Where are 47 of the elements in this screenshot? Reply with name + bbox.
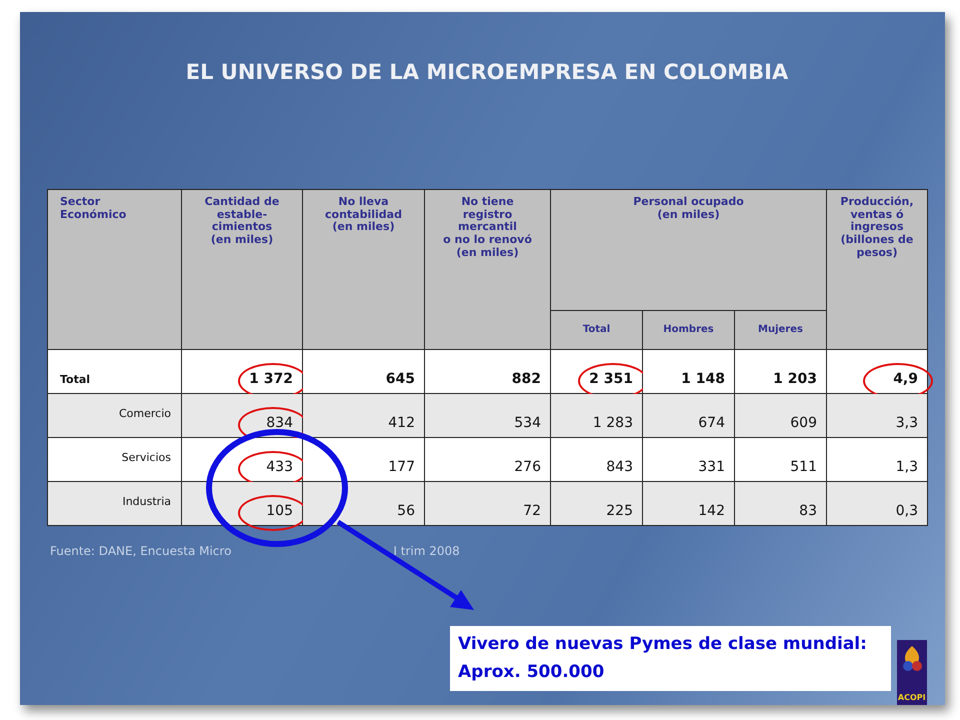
table-cell: 1 372: [249, 371, 293, 387]
table-cell: 105: [266, 503, 293, 519]
table-cell: 834: [266, 415, 293, 431]
table-cell: 1,3: [896, 459, 918, 475]
table-cell: 142: [698, 503, 725, 519]
column-header: No lleva contabilidad (en miles): [302, 190, 424, 350]
table-cell: 843: [606, 459, 633, 475]
table-cell: 882: [512, 371, 541, 387]
callout-text: Vivero de nuevas Pymes de clase mundial:: [458, 633, 868, 656]
column-header: Producción, ventas ó ingresos (billones de pesos): [826, 190, 928, 350]
column-header: Cantidad de estable- cimientos (en miles): [182, 190, 302, 350]
logo: ACOPI: [896, 640, 927, 705]
source-note: I trim 2008: [393, 544, 460, 558]
table-cell: 83: [799, 503, 817, 519]
column-header: Sector Económico: [48, 190, 182, 350]
table-cell: 4,9: [893, 371, 918, 387]
callout-text: Aprox. 500.000: [458, 661, 606, 684]
table-cell: 177: [388, 459, 415, 475]
table-cell: 1 283: [592, 415, 633, 431]
table-cell: 674: [698, 415, 725, 431]
table-cell: 412: [388, 415, 415, 431]
table-cell: 331: [698, 459, 725, 475]
row-label: Industria: [122, 495, 171, 508]
table-cell: 56: [397, 503, 415, 519]
table-cell: 2 351: [589, 371, 633, 387]
table-cell: 0,3: [896, 503, 918, 519]
row-label: Comercio: [118, 407, 171, 420]
row-label: Total: [60, 373, 90, 386]
table-cell: 534: [514, 415, 541, 431]
table-cell: 1 203: [773, 371, 817, 387]
table-cell: 276: [514, 459, 541, 475]
row-label: Servicios: [122, 451, 171, 464]
table-cell: 225: [606, 503, 633, 519]
table-cell: 645: [386, 371, 415, 387]
source-note: Fuente: DANE, Encuesta Micro: [50, 544, 232, 558]
column-header: No tiene registro mercantil o no lo renovó (en miles): [424, 190, 550, 350]
subcolumn-header: Hombres: [642, 310, 734, 350]
table-cell: 72: [523, 503, 541, 519]
table-cell: 433: [266, 459, 293, 475]
subcolumn-header: Total: [550, 310, 642, 350]
subcolumn-header: Mujeres: [734, 310, 826, 350]
table-cell: 3,3: [896, 415, 918, 431]
table-cell: 511: [790, 459, 817, 475]
slide-title: EL UNIVERSO DE LA MICROEMPRESA EN COLOMBIA: [184, 60, 790, 84]
table-cell: 1 148: [681, 371, 725, 387]
column-header: Personal ocupado (en miles): [550, 190, 826, 310]
table-cell: 609: [790, 415, 817, 431]
